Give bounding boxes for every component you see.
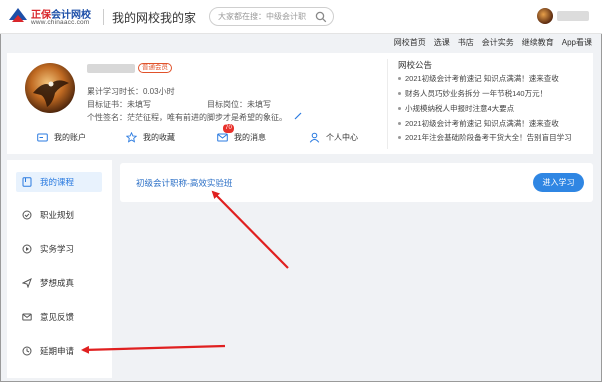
target-certificate: 目标证书：未填写 [87, 100, 151, 109]
main-content: 初级会计职称-高效实验班 进入学习 [118, 160, 593, 378]
page-title: 我的网校我的家 [112, 11, 197, 25]
sidebar-item-career-planning[interactable]: 职业规划 [16, 205, 102, 225]
dream-icon [22, 278, 32, 288]
nav-accounting-practice[interactable]: 会计实务 [482, 37, 514, 49]
user-icon [309, 132, 320, 143]
search-icon[interactable] [315, 11, 327, 23]
mail-icon [217, 133, 228, 142]
enter-study-button[interactable]: 进入学习 [533, 173, 584, 192]
profile-card: 普通会员 累计学习时长：0.03小时 目标证书：未填写 目标岗位：未填写 个性签… [7, 53, 593, 154]
edit-pencil-icon[interactable] [294, 112, 302, 120]
sidebar-item-feedback[interactable]: 意见反馈 [16, 307, 102, 327]
delay-icon [22, 346, 32, 356]
sidebar-item-delay-application[interactable]: 延期申请 [16, 341, 102, 361]
logo-url: www.chinaacc.com [31, 19, 90, 26]
career-icon [22, 210, 32, 220]
personal-signature: 个性签名：茫茫征程，唯有前进的脚步才是希望的象征。 [87, 113, 287, 122]
avatar[interactable] [25, 63, 75, 113]
search-input[interactable] [218, 10, 313, 23]
course-icon [22, 177, 32, 187]
nav-app-video[interactable]: App看课 [562, 37, 592, 49]
username-blurred [87, 64, 135, 73]
sidebar-item-practice-learning[interactable]: 实务学习 [16, 239, 102, 259]
study-time: 累计学习时长：0.03小时 [87, 87, 175, 96]
sidebar-item-dreams-come-true[interactable]: 梦想成真 [16, 273, 102, 293]
eagle-avatar-image [33, 80, 69, 107]
top-nav: 网校首页 选课 书店 会计实务 继续教育 App看课 [394, 37, 592, 49]
course-title-link[interactable]: 初级会计职称-高效实验班 [136, 177, 232, 189]
message-count-badge: 70 [223, 124, 234, 133]
nav-continuing-education[interactable]: 继续教育 [522, 37, 554, 49]
course-card: 初级会计职称-高效实验班 进入学习 [120, 163, 593, 202]
header-avatar[interactable] [537, 8, 553, 24]
nav-home[interactable]: 网校首页 [394, 37, 426, 49]
site-logo[interactable]: 正保会计网校 www.chinaacc.com [7, 5, 103, 31]
profile-divider [387, 59, 388, 149]
sidebar: 我的课程 职业规划 实务学习 梦想成真 意见反馈 延期申请 [7, 160, 112, 378]
member-badge: 普通会员 [138, 63, 172, 73]
nav-course-select[interactable]: 选课 [434, 37, 450, 49]
header-username-blurred[interactable] [557, 11, 589, 21]
nav-bookstore[interactable]: 书店 [458, 37, 474, 49]
star-icon [126, 132, 137, 143]
top-header: 正保会计网校 www.chinaacc.com 我的网校我的家 [0, 0, 602, 34]
feedback-icon [22, 313, 32, 321]
sidebar-item-my-courses[interactable]: 我的课程 [16, 172, 102, 192]
practice-icon [22, 244, 32, 254]
target-position: 目标岗位：未填写 [207, 100, 271, 109]
account-card-icon [37, 133, 48, 142]
search-box [209, 7, 334, 26]
logo-mark-icon [9, 8, 27, 22]
notice-title: 网校公告 [398, 60, 433, 70]
header-divider [103, 9, 104, 25]
